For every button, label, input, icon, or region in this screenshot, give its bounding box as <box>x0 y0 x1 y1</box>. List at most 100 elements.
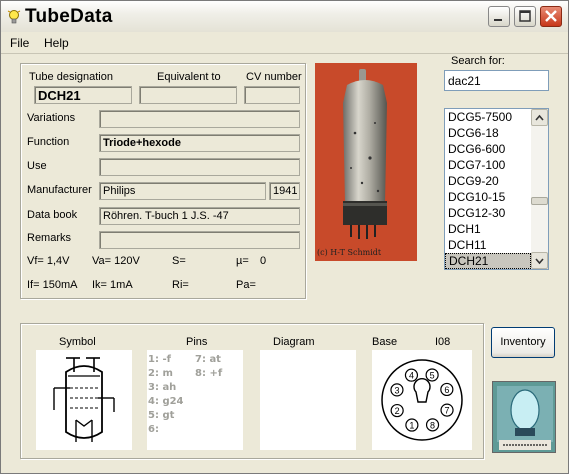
equivalent-label: Equivalent to <box>157 71 221 83</box>
base-pin-label: 4 <box>409 371 414 381</box>
vf-value: Vf= 1,4V <box>27 255 70 267</box>
list-item[interactable]: DCH11 <box>445 237 531 253</box>
use-field[interactable] <box>99 158 300 176</box>
diagram-label: Diagram <box>273 336 315 348</box>
symbol-panel <box>36 350 132 450</box>
list-item[interactable]: DCH1 <box>445 221 531 237</box>
menu-bar: File Help <box>1 33 568 53</box>
pin-entry: 7: at <box>195 354 221 365</box>
function-field[interactable]: Triode+hexode <box>99 134 300 152</box>
use-label: Use <box>27 160 47 172</box>
pins-label: Pins <box>186 336 208 348</box>
base-pin: 6 <box>440 382 454 397</box>
scroll-thumb[interactable] <box>531 197 548 205</box>
scroll-down-button[interactable] <box>531 252 548 269</box>
list-item[interactable]: DCG5-7500 <box>445 109 531 125</box>
base-pin-label: 1 <box>409 421 414 431</box>
list-scrollbar[interactable] <box>531 109 548 269</box>
designation-field[interactable]: DCH21 <box>34 86 132 104</box>
chevron-up-icon <box>535 114 544 121</box>
va-value: Va= 120V <box>92 255 140 267</box>
pin-entry: 2: m <box>148 368 173 379</box>
s-value: S= <box>172 255 186 267</box>
base-pin-label: 8 <box>430 420 435 430</box>
pin-entry: 8: +f <box>195 368 223 379</box>
pins-panel: 1: -f 2: m 3: ah 4: g24 5: gt 6: 7: at 8: +f <box>147 350 243 450</box>
base-panel: 12 34 56 78 <box>372 350 472 450</box>
search-input[interactable]: dac21 <box>444 70 549 91</box>
list-item[interactable]: DCG7-100 <box>445 157 531 173</box>
maximize-icon <box>519 10 531 22</box>
list-item[interactable]: DCG10-15 <box>445 189 531 205</box>
base-pin: 8 <box>425 418 440 432</box>
pin-entry: 3: ah <box>148 382 177 393</box>
list-item[interactable]: DCH21 <box>445 253 531 269</box>
pa-value: Pa= <box>236 279 256 291</box>
base-pin: 1 <box>405 418 419 432</box>
manufacturer-field[interactable]: Philips <box>99 182 266 200</box>
menu-file[interactable]: File <box>10 36 29 50</box>
function-label: Function <box>27 136 70 148</box>
base-pin-label: 2 <box>395 406 400 416</box>
pin-entry: 5: gt <box>148 410 175 421</box>
minimize-button[interactable] <box>488 6 510 27</box>
remarks-label: Remarks <box>27 232 72 244</box>
remarks-field[interactable] <box>99 231 300 249</box>
cv-label: CV number <box>246 71 302 83</box>
diagram-panel <box>260 350 356 450</box>
maximize-button[interactable] <box>514 6 536 27</box>
equivalent-field[interactable] <box>139 86 237 104</box>
list-item[interactable]: DCG6-18 <box>445 125 531 141</box>
list-item[interactable]: DCG12-30 <box>445 205 531 221</box>
base-type: I08 <box>435 336 451 348</box>
variations-field[interactable] <box>99 110 300 128</box>
menu-help[interactable]: Help <box>44 36 69 50</box>
tube-logo-image[interactable] <box>492 381 556 453</box>
list-item[interactable]: DCG6-600 <box>445 141 531 157</box>
year-field[interactable]: 1941 <box>269 182 300 200</box>
scroll-up-button[interactable] <box>531 109 548 126</box>
databook-field[interactable]: Röhren. T-buch 1 J.S. -47 <box>99 207 300 225</box>
main-window: TubeData File Help Tube designation Equi… <box>0 0 569 474</box>
base-pin: 7 <box>440 403 454 417</box>
ri-value: Ri= <box>172 279 189 291</box>
pin-entry: 6: <box>148 424 159 435</box>
close-icon <box>545 10 557 22</box>
lightbulb-icon <box>7 10 21 24</box>
base-pin: 3 <box>390 383 404 397</box>
tube-picture <box>343 69 387 239</box>
base-pin-label: 3 <box>394 385 399 395</box>
variations-label: Variations <box>27 112 76 124</box>
base-pin: 4 <box>404 368 419 382</box>
base-pin-label: 6 <box>444 385 449 395</box>
base-pin-label: 5 <box>430 370 435 380</box>
databook-label: Data book <box>27 209 78 221</box>
base-pin-label: 7 <box>445 406 450 416</box>
minimize-icon <box>494 19 502 21</box>
base-label: Base <box>372 336 398 348</box>
menu-separator <box>1 53 568 54</box>
list-item[interactable]: DCG9-20 <box>445 173 531 189</box>
window-title: TubeData <box>25 6 113 27</box>
symbol-label: Symbol <box>59 336 96 348</box>
title-bar: TubeData <box>1 1 568 32</box>
base-pin: 2 <box>390 403 404 418</box>
pin-entry: 1: -f <box>148 354 171 365</box>
photo-credit: (c) H-T Schmidt <box>317 248 382 257</box>
pin-entry: 4: g24 <box>148 396 184 407</box>
inventory-button[interactable]: Inventory <box>491 327 555 358</box>
tube-photo: (c) H-T Schmidt <box>315 63 417 261</box>
tube-logo-icon <box>493 382 555 452</box>
mu-value: 0 <box>260 255 267 267</box>
mu-label: µ= <box>236 255 249 267</box>
tube-listbox[interactable]: DCG5-7500 DCG6-18 DCG6-600 DCG7-100 DCG9-20 D… <box>444 108 549 270</box>
designation-label: Tube designation <box>29 71 113 83</box>
cv-field[interactable] <box>244 86 300 104</box>
if-value: If= 150mA <box>27 279 78 291</box>
close-button[interactable] <box>540 6 562 27</box>
ik-value: Ik= 1mA <box>92 279 133 291</box>
chevron-down-icon <box>535 258 544 265</box>
base-pin: 5 <box>425 368 439 382</box>
manufacturer-label: Manufacturer <box>27 184 92 196</box>
base-pin-diagram: 12 34 56 78 <box>381 359 463 441</box>
